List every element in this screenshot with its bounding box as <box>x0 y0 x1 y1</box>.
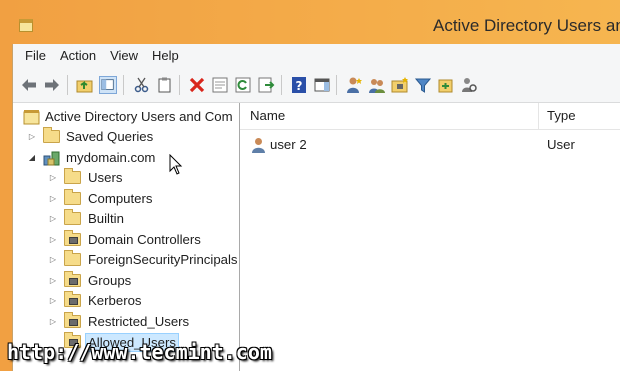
folder-icon <box>64 168 81 184</box>
mmc-window: File Action View Help ? Active Directory… <box>12 44 620 371</box>
list-item-type: User <box>547 137 575 152</box>
toolbar-separator <box>179 75 180 95</box>
expand-arrow-icon[interactable]: ▷ <box>48 291 58 311</box>
create-ou-icon[interactable] <box>391 76 409 94</box>
column-header-type[interactable]: Type <box>547 103 576 129</box>
list-header: Name Type <box>240 103 620 130</box>
create-user-icon[interactable] <box>345 76 363 94</box>
tree-item-foreign-security-principals[interactable]: ▷ ForeignSecurityPrincipals <box>13 250 239 270</box>
column-header-name[interactable]: Name <box>250 103 285 129</box>
title-bar[interactable]: Active Directory Users and <box>0 0 620 44</box>
app-folder-icon <box>19 19 33 32</box>
tree-item-label: Groups <box>88 273 132 288</box>
tree-item-label: ForeignSecurityPrincipals <box>88 252 238 267</box>
help-icon[interactable]: ? <box>290 76 308 94</box>
expand-arrow-icon[interactable]: ▷ <box>48 250 58 270</box>
tree-item-restricted-users[interactable]: ▷ Restricted_Users <box>13 312 239 332</box>
menu-help[interactable]: Help <box>145 44 186 68</box>
ou-folder-icon <box>64 291 81 307</box>
expand-arrow-icon[interactable]: ▷ <box>48 230 58 250</box>
tree-item-root[interactable]: Active Directory Users and Com <box>13 107 239 127</box>
cut-icon[interactable] <box>133 76 151 94</box>
toolbar: ? <box>13 68 620 103</box>
add-to-group-icon[interactable] <box>437 76 455 94</box>
tree-item-domain[interactable]: ◢ mydomain.com <box>13 148 239 168</box>
up-folder-icon[interactable] <box>76 76 94 94</box>
tree-item-label: Active Directory Users and Com <box>45 109 233 124</box>
filter-icon[interactable] <box>414 76 432 94</box>
tree-item-label: mydomain.com <box>66 150 156 165</box>
tree-item-label: Computers <box>88 191 153 206</box>
create-group-icon[interactable] <box>368 76 386 94</box>
watermark: http://www.tecmint.com <box>7 340 272 364</box>
delete-icon[interactable] <box>188 76 206 94</box>
refresh-icon[interactable] <box>234 76 252 94</box>
mouse-cursor-icon <box>169 154 183 175</box>
tree-item-label: Saved Queries <box>66 129 154 144</box>
tree-item-label: Kerberos <box>88 293 142 308</box>
list-item[interactable]: user 2 User <box>240 135 620 155</box>
column-divider[interactable] <box>538 103 539 129</box>
export-list-icon[interactable] <box>257 76 275 94</box>
folder-icon <box>64 189 81 205</box>
menu-file[interactable]: File <box>18 44 53 68</box>
tree-item-users[interactable]: ▷ Users <box>13 168 239 188</box>
snapin-root-icon <box>23 110 40 125</box>
user-icon <box>252 138 265 153</box>
tree-item-computers[interactable]: ▷ Computers <box>13 189 239 209</box>
expand-arrow-icon[interactable]: ▷ <box>48 168 58 188</box>
tree-item-builtin[interactable]: ▷ Builtin <box>13 209 239 229</box>
show-console-tree-icon[interactable] <box>99 76 117 94</box>
properties-icon[interactable] <box>211 76 229 94</box>
tree-item-label: Builtin <box>88 211 124 226</box>
toolbar-separator <box>336 75 337 95</box>
menu-view[interactable]: View <box>103 44 145 68</box>
domain-icon <box>43 151 60 166</box>
expand-arrow-icon[interactable]: ▷ <box>48 312 58 332</box>
toolbar-separator <box>67 75 68 95</box>
folder-icon <box>64 250 81 266</box>
window-title: Active Directory Users and <box>433 16 620 35</box>
copy-icon[interactable] <box>156 76 174 94</box>
tree-item-label: Users <box>88 170 123 185</box>
back-arrow-icon[interactable] <box>20 76 38 94</box>
tree-item-label: Restricted_Users <box>88 314 190 329</box>
forward-arrow-icon[interactable] <box>43 76 61 94</box>
svg-text:?: ? <box>296 79 303 93</box>
ou-folder-icon <box>64 271 81 287</box>
expand-arrow-icon[interactable]: ▷ <box>48 271 58 291</box>
tree-item-kerberos[interactable]: ▷ Kerberos <box>13 291 239 311</box>
list-item-name: user 2 <box>270 137 307 152</box>
folder-icon <box>64 209 81 225</box>
ou-folder-icon <box>64 312 81 328</box>
tree-item-saved-queries[interactable]: ▷ Saved Queries <box>13 127 239 147</box>
tree-item-label: Domain Controllers <box>88 232 201 247</box>
tree-item-domain-controllers[interactable]: ▷ Domain Controllers <box>13 230 239 250</box>
toolbar-separator <box>281 75 282 95</box>
collapse-arrow-icon[interactable]: ◢ <box>27 148 37 168</box>
toolbar-separator <box>123 75 124 95</box>
ou-folder-icon <box>64 230 81 246</box>
menu-action[interactable]: Action <box>53 44 103 68</box>
show-action-pane-icon[interactable] <box>313 76 331 94</box>
tree-item-groups[interactable]: ▷ Groups <box>13 271 239 291</box>
delegate-control-icon[interactable] <box>460 76 478 94</box>
menu-bar: File Action View Help <box>13 44 620 68</box>
expand-arrow-icon[interactable]: ▷ <box>48 209 58 229</box>
folder-icon <box>43 127 60 143</box>
expand-arrow-icon[interactable]: ▷ <box>27 127 37 147</box>
expand-arrow-icon[interactable]: ▷ <box>48 189 58 209</box>
results-pane[interactable]: Name Type user 2 User <box>240 103 620 371</box>
console-tree[interactable]: Active Directory Users and Com ▷ Saved Q… <box>13 103 240 371</box>
